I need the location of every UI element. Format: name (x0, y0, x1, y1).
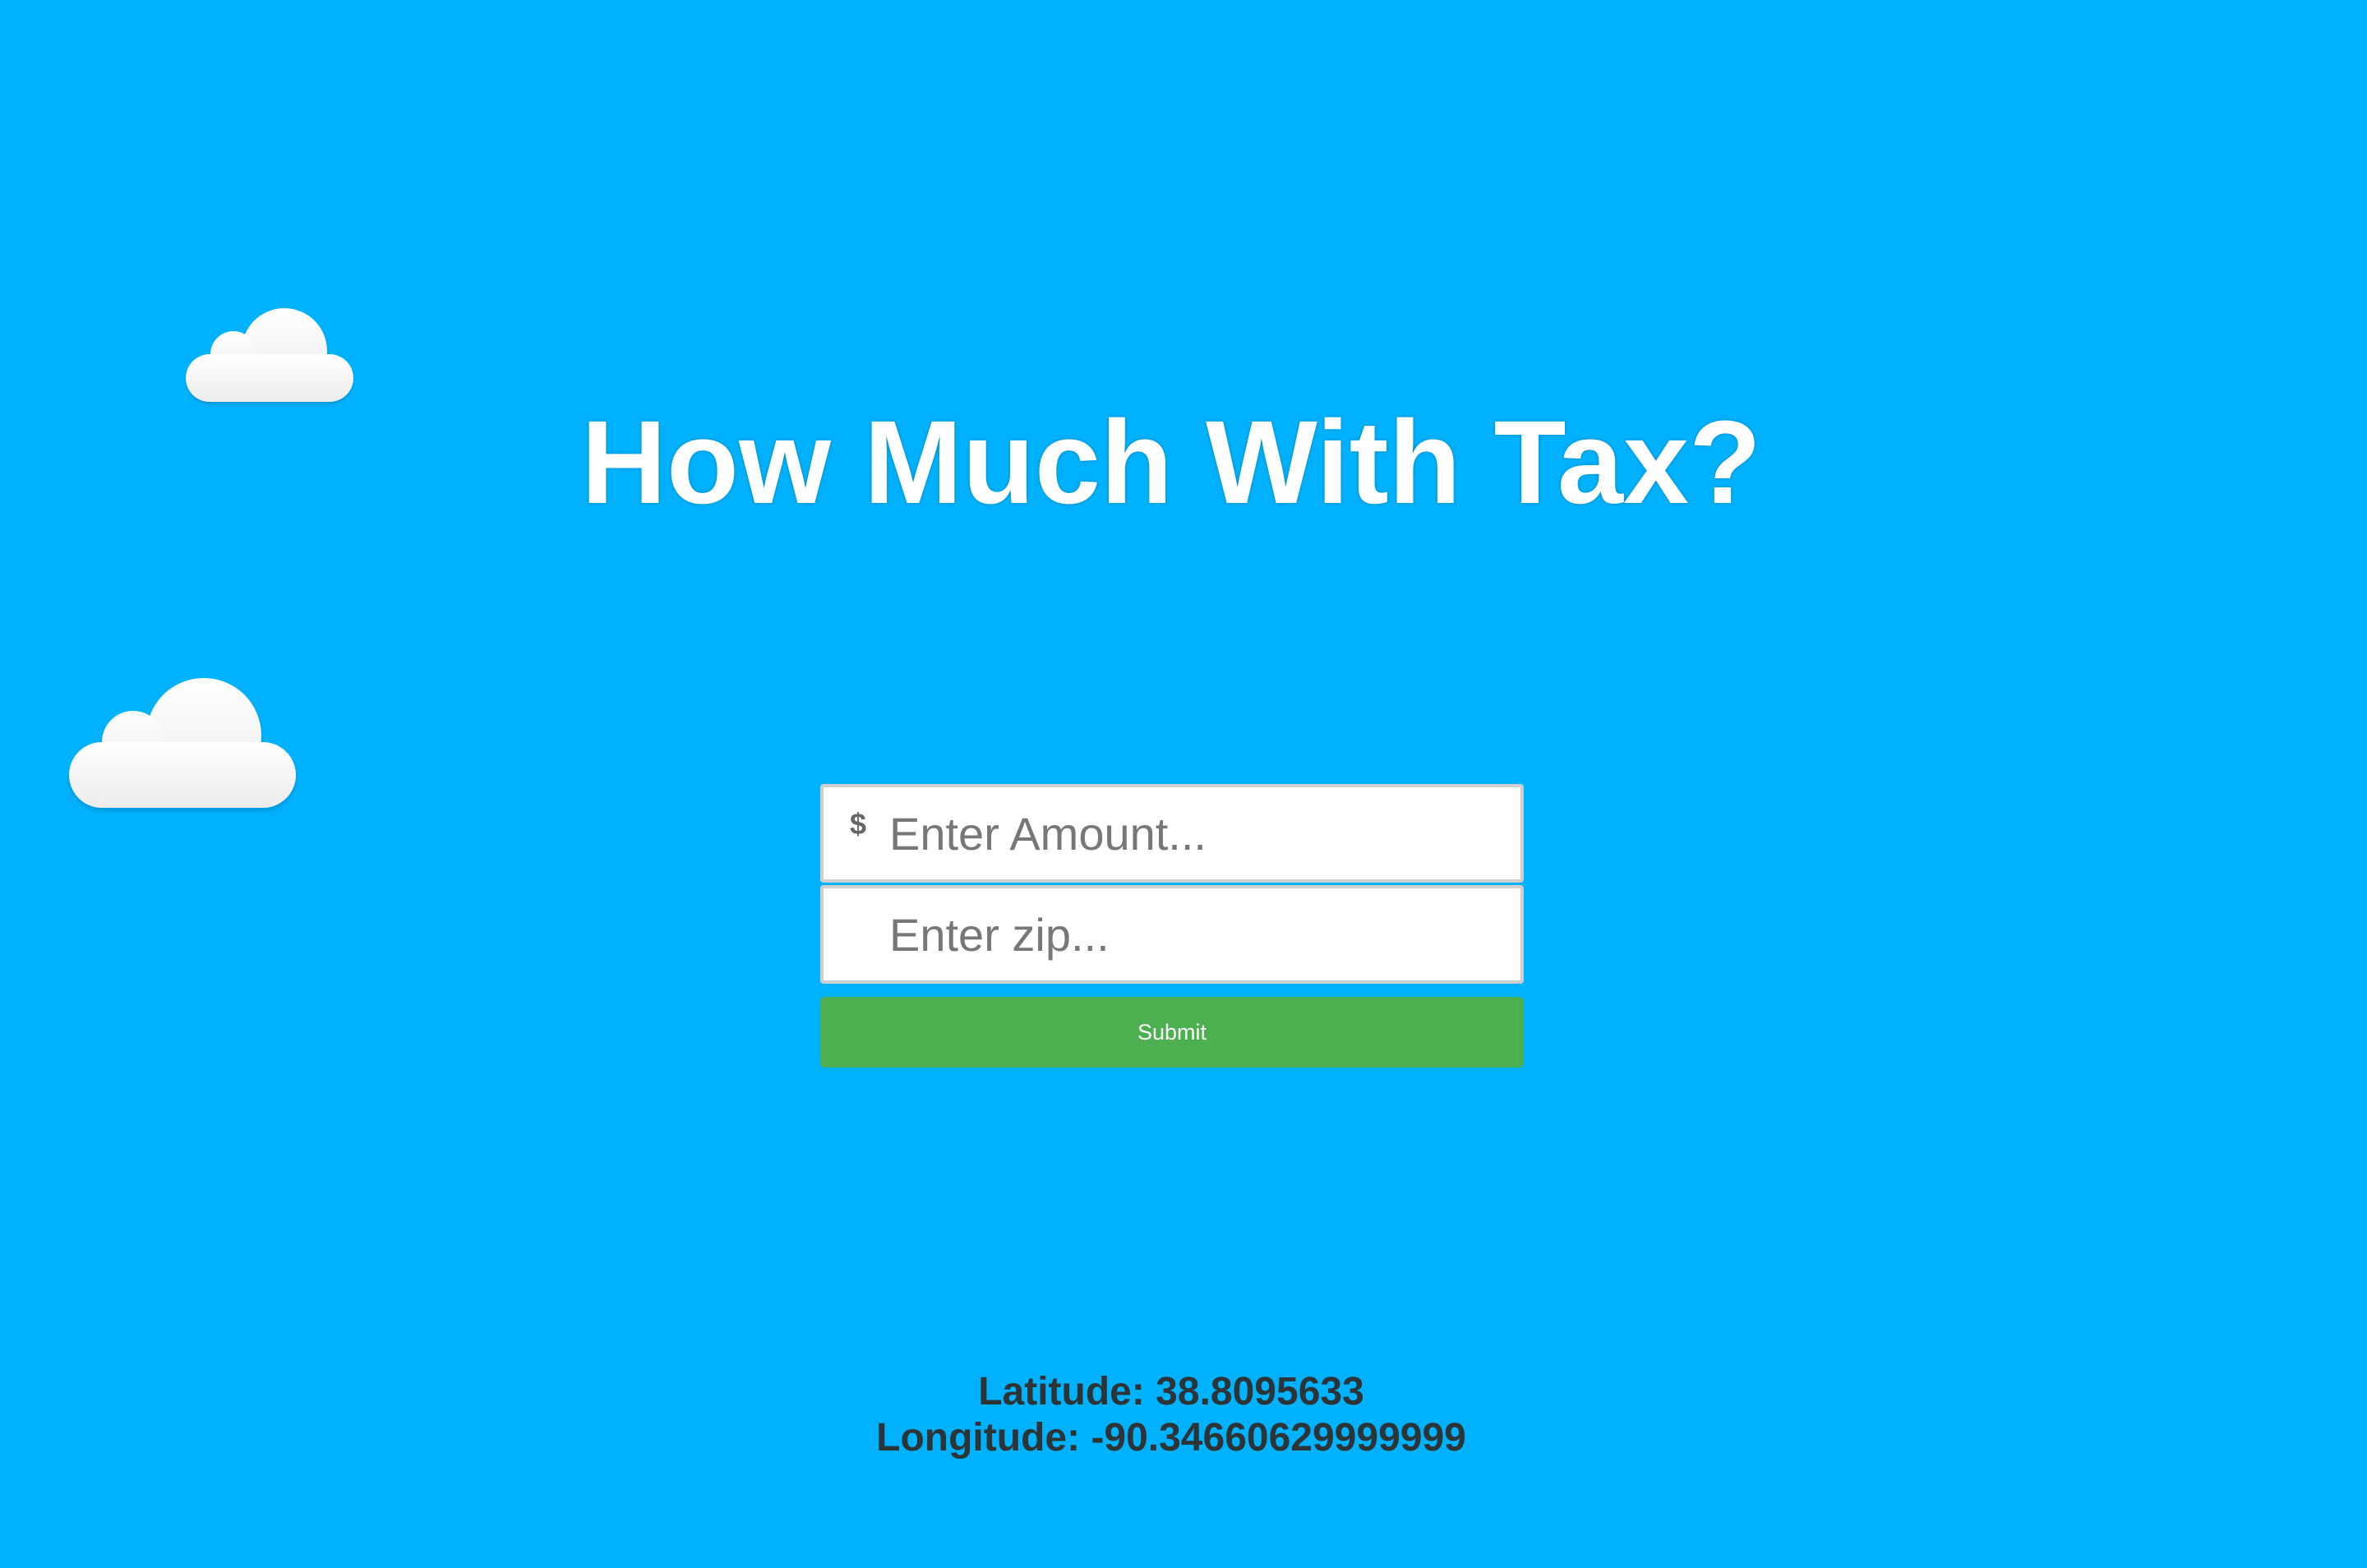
amount-input[interactable] (889, 787, 1514, 879)
page-title: How Much With Tax? (581, 396, 1761, 528)
page: How Much With Tax? $ Submit Latitude: 38… (0, 0, 2367, 1568)
zip-field-wrapper (820, 885, 1524, 984)
latitude-text: Latitude: 38.8095633 (978, 1370, 1364, 1414)
zip-input[interactable] (889, 888, 1514, 980)
submit-button[interactable]: Submit (820, 997, 1524, 1068)
dollar-sign-icon: $ (850, 807, 867, 841)
longitude-text: Longitude: -90.34660629999999 (876, 1416, 1466, 1460)
tax-form: $ Submit (820, 784, 1524, 1068)
location-coordinates: Latitude: 38.8095633 Longitude: -90.3466… (0, 1369, 2342, 1461)
cloud-icon (66, 670, 299, 814)
amount-field-wrapper: $ (820, 784, 1524, 883)
